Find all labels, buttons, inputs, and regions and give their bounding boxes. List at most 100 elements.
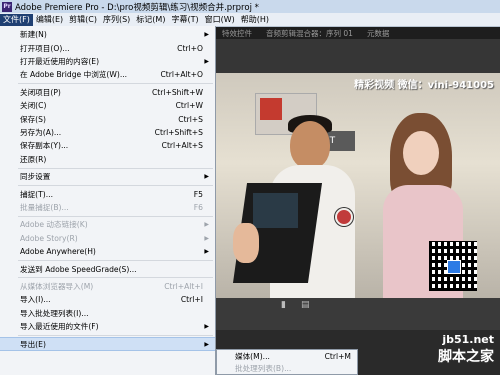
file-menu-item[interactable]: 导入最近使用的文件(F) ▶ bbox=[0, 320, 215, 334]
menu-item-label: 关闭项目(P) bbox=[20, 87, 61, 97]
menu-item-label: 在 Adobe Bridge 中浏览(W)... bbox=[20, 70, 128, 80]
submenu-arrow-icon: ▶ bbox=[204, 58, 209, 66]
menu-item-shortcut: Ctrl+W bbox=[175, 101, 203, 111]
submenu-item-label: 媒体(M)... bbox=[235, 352, 270, 361]
hand bbox=[233, 223, 259, 263]
file-menu-item[interactable]: 保存(S) Ctrl+S bbox=[0, 112, 215, 126]
menu-item-shortcut: Ctrl+Alt+I bbox=[164, 282, 203, 292]
menu-item-label: 从媒体浏览器导入(M) bbox=[20, 282, 94, 292]
menu-item-label: 新建(N) bbox=[20, 30, 47, 40]
menu-item-label: 捕捉(T)... bbox=[20, 189, 53, 199]
menu-item-shortcut: Ctrl+O bbox=[177, 43, 203, 53]
menu-item-label: 关闭(C) bbox=[20, 101, 47, 111]
file-menu-item[interactable]: 新建(N) ▶ bbox=[0, 28, 215, 42]
premiere-app-icon: Pr bbox=[2, 1, 12, 12]
file-menu-item: Adobe 动态链接(K) ▶ bbox=[0, 218, 215, 232]
window-title: Adobe Premiere Pro - D:\pro视频剪辑\练习\视频合并.… bbox=[15, 2, 259, 13]
menu-item-label: 批量捕捉(B)... bbox=[20, 203, 69, 213]
file-menu-item: 批量捕捉(B)... F6 bbox=[0, 201, 215, 215]
menu-6[interactable]: 窗口(W) bbox=[202, 14, 238, 26]
file-menu-item[interactable]: 还原(R) bbox=[0, 153, 215, 167]
menu-separator bbox=[18, 277, 213, 279]
title-bar: Pr Adobe Premiere Pro - D:\pro视频剪辑\练习\视频… bbox=[0, 0, 500, 13]
menu-separator bbox=[18, 167, 213, 169]
menu-bar: 文件(F) 编辑(E) 剪辑(C) 序列(S) 标记(M) 字幕(T) 窗口(W) 帮助(H) bbox=[0, 13, 500, 27]
submenu-arrow-icon: ▶ bbox=[204, 248, 209, 256]
file-menu-item[interactable]: Adobe Anywhere(H) ▶ bbox=[0, 245, 215, 259]
menu-item-label: 同步设置 bbox=[20, 172, 51, 182]
menu-item-shortcut: F6 bbox=[193, 203, 203, 213]
menu-0[interactable]: 文件(F) bbox=[0, 13, 33, 26]
export-submenu-item: 批处理列表(B)... bbox=[217, 362, 357, 374]
menu-1[interactable]: 编辑(E) bbox=[33, 14, 66, 26]
file-menu-dropdown: 新建(N) ▶ 打开项目(O)... Ctrl+O 打开最近使用的内容(E) ▶ 在 Ado… bbox=[0, 26, 216, 375]
submenu-arrow-icon: ▶ bbox=[204, 221, 209, 229]
submenu-arrow-icon: ▶ bbox=[204, 234, 209, 242]
file-menu-item[interactable]: 同步设置 ▶ bbox=[0, 170, 215, 184]
menu-item-label: 打开最近使用的内容(E) bbox=[20, 57, 100, 67]
program-monitor-video: J&T 精彩视频 微信：vini-941005 bbox=[215, 73, 500, 298]
file-menu-item[interactable]: 打开最近使用的内容(E) ▶ bbox=[0, 55, 215, 69]
file-menu-item: Adobe Story(R) ▶ bbox=[0, 232, 215, 246]
submenu-arrow-icon: ▶ bbox=[204, 31, 209, 39]
menu-item-label: 导出(E) bbox=[20, 339, 46, 349]
menu-3[interactable]: 序列(S) bbox=[100, 14, 133, 26]
site-domain: jb51.net bbox=[442, 333, 494, 346]
panel-tab[interactable]: 特效控件 bbox=[215, 28, 259, 39]
submenu-arrow-icon: ▶ bbox=[204, 173, 209, 181]
menu-item-label: 导入最近使用的文件(F) bbox=[20, 322, 99, 332]
menu-separator bbox=[18, 334, 213, 336]
shirt-badge bbox=[335, 208, 353, 226]
menu-4[interactable]: 标记(M) bbox=[133, 14, 168, 26]
menu-item-label: Adobe 动态链接(K) bbox=[20, 220, 88, 230]
menu-separator bbox=[18, 215, 213, 217]
file-menu-item[interactable]: 关闭项目(P) Ctrl+Shift+W bbox=[0, 86, 215, 100]
panel-tabs: 特效控件 音频剪辑混合器：序列 01 元数据 bbox=[215, 27, 500, 39]
menu-item-label: Adobe Story(R) bbox=[20, 233, 78, 243]
file-menu-item[interactable]: 打开项目(O)... Ctrl+O bbox=[0, 41, 215, 55]
menu-item-shortcut: Ctrl+Shift+W bbox=[151, 87, 203, 97]
menu-5[interactable]: 字幕(T) bbox=[168, 14, 201, 26]
submenu-arrow-icon: ▶ bbox=[204, 323, 209, 331]
menu-item-shortcut: Ctrl+Shift+S bbox=[154, 128, 203, 138]
menu-2[interactable]: 剪辑(C) bbox=[66, 14, 100, 26]
file-menu-item[interactable]: 保存副本(Y)... Ctrl+Alt+S bbox=[0, 139, 215, 153]
file-menu-item[interactable]: 发送到 Adobe SpeedGrade(S)... bbox=[0, 262, 215, 276]
menu-item-label: Adobe Anywhere(H) bbox=[20, 247, 96, 257]
monitor-transport-bar: ▮ ▤ bbox=[215, 298, 500, 330]
menu-7[interactable]: 帮助(H) bbox=[238, 14, 272, 26]
menu-separator bbox=[18, 259, 213, 261]
export-submenu: 媒体(M)... Ctrl+M 批处理列表(B)... bbox=[216, 349, 358, 375]
file-menu-item[interactable]: 导入批处理列表(I)... bbox=[0, 307, 215, 321]
menu-item-label: 保存副本(Y)... bbox=[20, 141, 69, 151]
file-menu-item[interactable]: 另存为(A)... Ctrl+Shift+S bbox=[0, 126, 215, 140]
menu-item-shortcut: Ctrl+Alt+O bbox=[160, 70, 204, 80]
file-menu-item[interactable]: 在 Adobe Bridge 中浏览(W)... Ctrl+Alt+O bbox=[0, 68, 215, 82]
file-menu-item[interactable]: 捕捉(T)... F5 bbox=[0, 187, 215, 201]
menu-item-shortcut: Ctrl+I bbox=[180, 295, 203, 305]
file-menu-item[interactable]: 导出(E) ▶ bbox=[0, 337, 215, 351]
menu-item-label: 发送到 Adobe SpeedGrade(S)... bbox=[20, 264, 137, 274]
file-menu-item[interactable]: 关闭(C) Ctrl+W bbox=[0, 99, 215, 113]
panel-tab[interactable]: 元数据 bbox=[360, 28, 397, 39]
menu-item-label: 导入批处理列表(I)... bbox=[20, 308, 89, 318]
menu-item-shortcut: F5 bbox=[193, 189, 203, 199]
panel-header-area bbox=[215, 39, 500, 73]
file-menu-item[interactable]: 导入(I)... Ctrl+I bbox=[0, 293, 215, 307]
submenu-item-label: 批处理列表(B)... bbox=[235, 364, 292, 373]
site-name: 脚本之家 bbox=[438, 349, 494, 365]
menu-item-shortcut: Ctrl+S bbox=[178, 114, 203, 124]
menu-separator bbox=[18, 184, 213, 186]
menu-separator bbox=[18, 83, 213, 85]
site-watermark: jb51.net 脚本之家 bbox=[438, 333, 494, 366]
menu-item-label: 另存为(A)... bbox=[20, 128, 62, 138]
panel-tab[interactable]: 音频剪辑混合器：序列 01 bbox=[259, 28, 360, 39]
qr-logo-icon bbox=[447, 260, 461, 274]
woman-face bbox=[403, 131, 439, 175]
file-menu-item: 从媒体浏览器导入(M) Ctrl+Alt+I bbox=[0, 280, 215, 294]
film-strip-icon[interactable]: ▮ bbox=[281, 300, 286, 310]
man-face bbox=[290, 121, 330, 169]
qr-code-icon bbox=[429, 241, 477, 291]
export-frame-icon[interactable]: ▤ bbox=[301, 300, 310, 310]
menu-item-label: 保存(S) bbox=[20, 114, 46, 124]
